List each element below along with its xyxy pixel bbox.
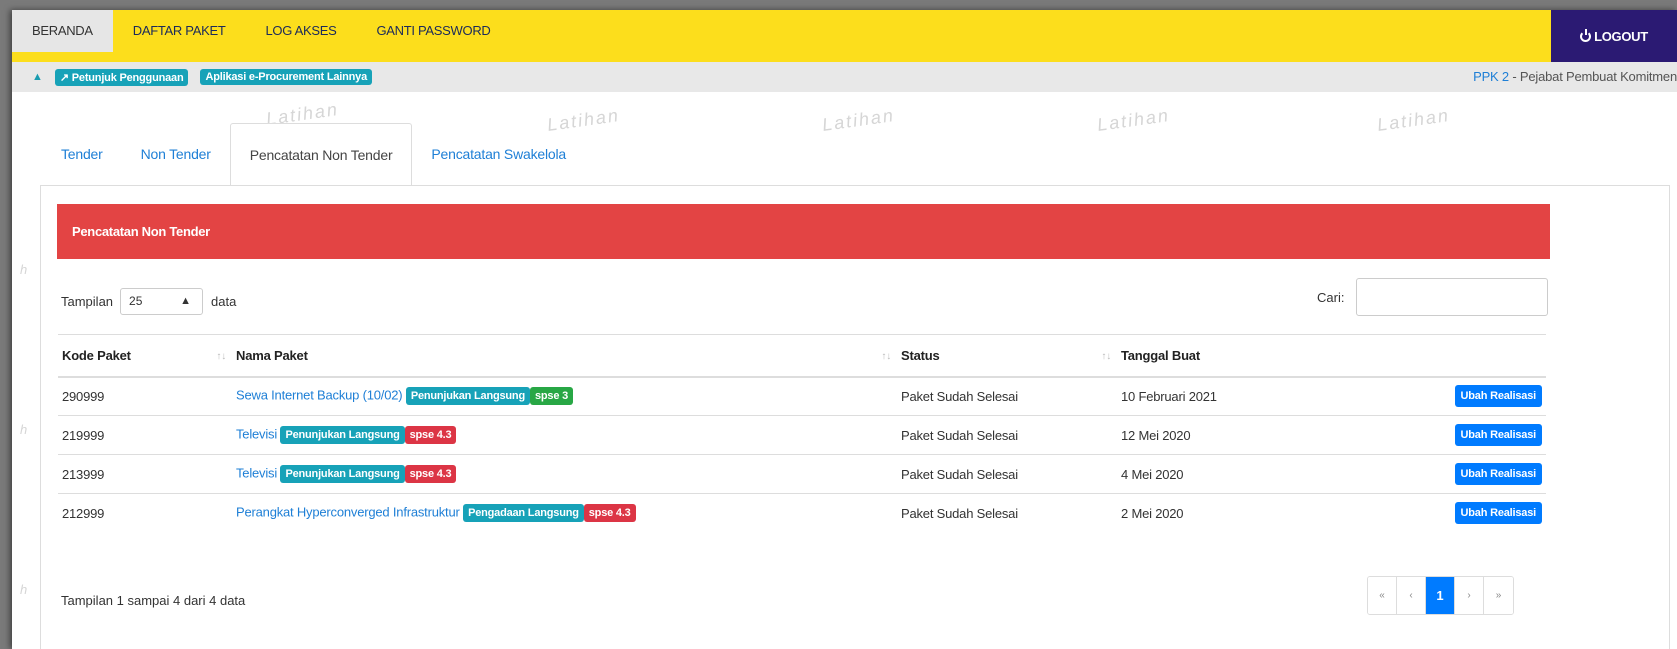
- logout-button[interactable]: LOGOUT: [1551, 10, 1677, 62]
- ubah-realisasi-button[interactable]: Ubah Realisasi: [1454, 424, 1542, 446]
- page-1-button[interactable]: 1: [1426, 577, 1455, 614]
- header-status[interactable]: Status ↑↓: [897, 335, 1117, 377]
- tipe-badge: Penunjukan Langsung: [280, 426, 405, 444]
- eproc-badge[interactable]: Aplikasi e-Procurement Lainnya: [200, 69, 372, 85]
- cell-aksi: Ubah Realisasi: [1297, 493, 1546, 533]
- versi-badge: spse 4.3: [404, 465, 457, 483]
- page-last-button[interactable]: »: [1484, 577, 1513, 614]
- left-gutter: h h h: [12, 92, 40, 649]
- page-length-control: Tampilan 25 ▲︎ data: [61, 288, 236, 315]
- cell-tanggal: 10 Februari 2021: [1117, 376, 1297, 416]
- tab-pencatatan-swakelola[interactable]: Pencatatan Swakelola: [412, 123, 585, 185]
- cell-status: Paket Sudah Selesai: [897, 454, 1117, 494]
- guide-badge[interactable]: ↗ Petunjuk Penggunaan: [54, 68, 189, 86]
- chevron-up-icon[interactable]: ▲: [32, 71, 43, 83]
- table-header-row: Kode Paket ↑↓ Nama Paket ↑↓ Status ↑↓ Tangg…: [58, 334, 1546, 377]
- page-length-value: 25: [129, 294, 143, 308]
- page-first-button[interactable]: «: [1368, 577, 1397, 614]
- cell-status: Paket Sudah Selesai: [897, 376, 1117, 416]
- top-navbar: BERANDA DAFTAR PAKET LOG AKSES GANTI PAS…: [12, 10, 1677, 62]
- nav-daftar-paket[interactable]: DAFTAR PAKET: [113, 10, 246, 52]
- nav-beranda[interactable]: BERANDA: [12, 10, 113, 52]
- watermark-fragment: h: [20, 422, 28, 437]
- role-label: - Pejabat Pembuat Komitmen: [1508, 69, 1677, 84]
- page-length-select[interactable]: 25 ▲︎: [120, 288, 204, 315]
- table-info: Tampilan 1 sampai 4 dari 4 data: [61, 593, 246, 608]
- table-row: 213999 Televisi Penunjukan Langsung spse …: [58, 454, 1546, 494]
- cell-nama: Perangkat Hyperconverged Infrastruktur P…: [232, 493, 897, 533]
- cell-aksi: Ubah Realisasi: [1297, 454, 1546, 494]
- cell-kode: 290999: [58, 376, 232, 416]
- length-prefix: Tampilan: [61, 294, 114, 309]
- cell-tanggal: 4 Mei 2020: [1117, 454, 1297, 494]
- power-icon: [1580, 28, 1592, 42]
- logout-label: LOGOUT: [1594, 28, 1648, 44]
- ubah-realisasi-button[interactable]: Ubah Realisasi: [1454, 463, 1542, 485]
- cell-kode: 213999: [58, 454, 232, 494]
- paket-link[interactable]: Televisi: [236, 426, 277, 441]
- cell-nama: Televisi Penunjukan Langsung spse 4.3: [232, 454, 897, 494]
- pagination: « ‹ 1 › »: [1367, 576, 1514, 615]
- header-tanggal-buat[interactable]: Tanggal Buat: [1117, 335, 1297, 377]
- table-row: 290999 Sewa Internet Backup (10/02) Penu…: [58, 376, 1546, 416]
- nav-ganti-password[interactable]: GANTI PASSWORD: [356, 10, 510, 52]
- tab-pencatatan-non-tender[interactable]: Pencatatan Non Tender: [229, 123, 413, 185]
- cell-status: Paket Sudah Selesai: [897, 415, 1117, 455]
- watermark: Latihan: [1375, 105, 1452, 135]
- paket-table: Kode Paket ↑↓ Nama Paket ↑↓ Status ↑↓ Tangg…: [58, 334, 1546, 533]
- versi-badge: spse 4.3: [583, 504, 636, 523]
- header-nama-paket[interactable]: Nama Paket ↑↓: [232, 335, 897, 377]
- nav-log-akses[interactable]: LOG AKSES: [245, 10, 356, 52]
- watermark: Latihan: [820, 105, 897, 135]
- page-prev-button[interactable]: ‹: [1397, 577, 1426, 614]
- cell-tanggal: 2 Mei 2020: [1117, 493, 1297, 533]
- paket-link[interactable]: Televisi: [236, 465, 277, 480]
- cell-kode: 212999: [58, 493, 232, 533]
- app-window: BERANDA DAFTAR PAKET LOG AKSES GANTI PAS…: [12, 10, 1677, 649]
- header-aksi: [1297, 335, 1546, 377]
- table-row: 219999 Televisi Penunjukan Langsung spse …: [58, 415, 1546, 455]
- select-arrows-icon: ▲︎: [180, 295, 192, 307]
- watermark-fragment: h: [20, 582, 28, 597]
- tab-tender[interactable]: Tender: [42, 123, 122, 185]
- length-suffix: data: [211, 294, 237, 309]
- panel-title: Pencatatan Non Tender: [57, 204, 1550, 259]
- search-control: Cari:: [1317, 278, 1549, 316]
- cell-tanggal: 12 Mei 2020: [1117, 415, 1297, 455]
- sort-icon: ↑↓: [216, 351, 226, 362]
- user-role: PPK 2 - Pejabat Pembuat Komitmen: [1473, 62, 1677, 92]
- tab-bar: Tender Non Tender Pencatatan Non Tender …: [42, 123, 585, 185]
- watermark: Latihan: [1095, 105, 1172, 135]
- header-kode-paket[interactable]: Kode Paket ↑↓: [58, 335, 232, 377]
- cell-aksi: Ubah Realisasi: [1297, 376, 1546, 416]
- ubah-realisasi-button[interactable]: Ubah Realisasi: [1454, 502, 1542, 525]
- watermark-fragment: h: [20, 262, 28, 277]
- tipe-badge: Penunjukan Langsung: [405, 387, 530, 406]
- paket-link[interactable]: Sewa Internet Backup (10/02): [236, 388, 403, 403]
- tab-non-tender[interactable]: Non Tender: [122, 123, 230, 185]
- sort-icon: ↑↓: [1101, 351, 1111, 362]
- versi-badge: spse 3: [529, 387, 574, 406]
- cell-nama: Sewa Internet Backup (10/02) Penunjukan …: [232, 376, 897, 416]
- table-row: 212999 Perangkat Hyperconverged Infrastr…: [58, 493, 1546, 533]
- versi-badge: spse 4.3: [404, 426, 457, 444]
- info-bar: ▲ ↗ Petunjuk Penggunaan Aplikasi e-Procu…: [12, 62, 1677, 92]
- cell-status: Paket Sudah Selesai: [897, 493, 1117, 533]
- cell-aksi: Ubah Realisasi: [1297, 415, 1546, 455]
- paket-link[interactable]: Perangkat Hyperconverged Infrastruktur: [236, 505, 460, 520]
- search-input[interactable]: [1356, 278, 1549, 316]
- search-label: Cari:: [1317, 289, 1345, 305]
- ubah-realisasi-button[interactable]: Ubah Realisasi: [1454, 385, 1542, 408]
- role-code[interactable]: PPK 2: [1473, 69, 1509, 84]
- page-next-button[interactable]: ›: [1455, 577, 1484, 614]
- sort-icon: ↑↓: [881, 351, 891, 362]
- cell-nama: Televisi Penunjukan Langsung spse 4.3: [232, 415, 897, 455]
- cell-kode: 219999: [58, 415, 232, 455]
- tipe-badge: Penunjukan Langsung: [280, 465, 405, 483]
- tipe-badge: Pengadaan Langsung: [463, 504, 584, 523]
